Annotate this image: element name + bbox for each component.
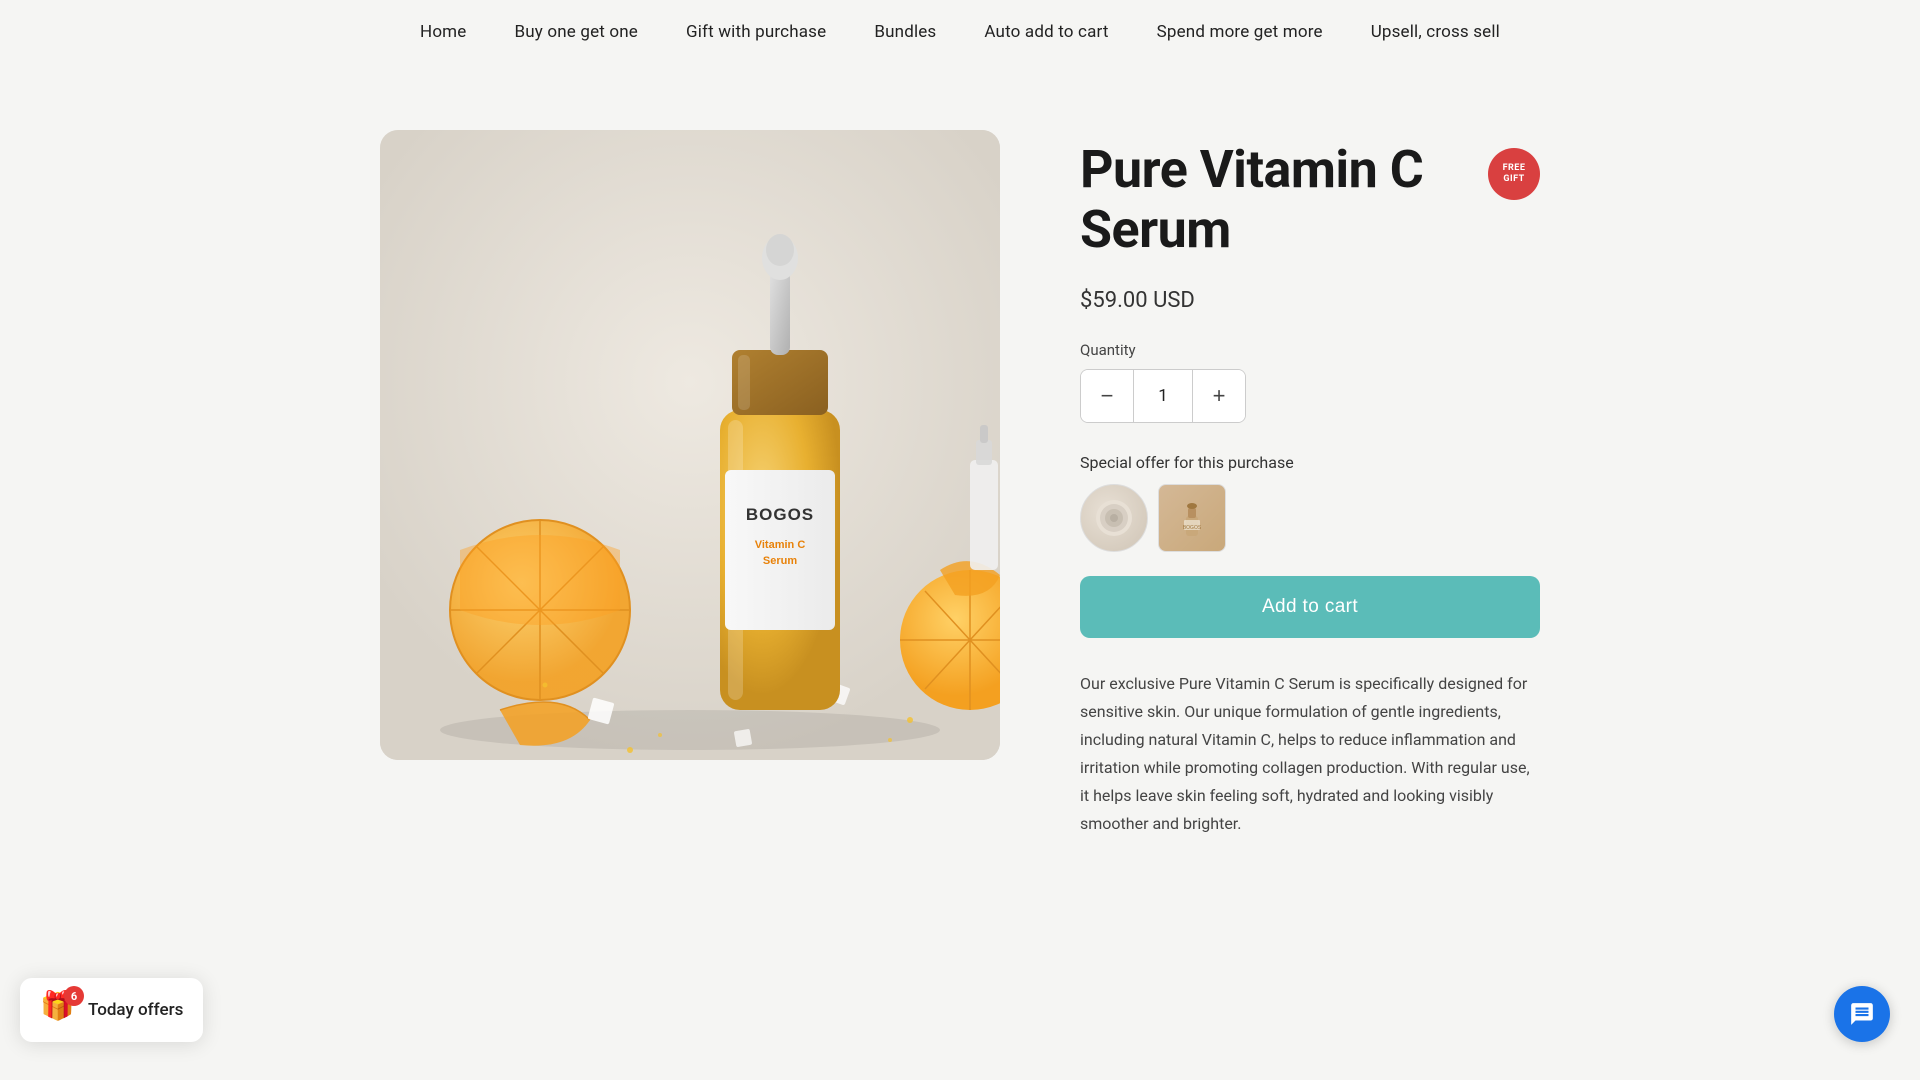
notification-badge: 6 (64, 986, 84, 1006)
add-to-cart-button[interactable]: Add to cart (1080, 576, 1540, 638)
gift-icon-wrap: 🎁 6 (40, 992, 76, 1028)
quantity-decrease-button[interactable]: − (1081, 370, 1133, 422)
svg-text:Vitamin C: Vitamin C (755, 539, 806, 551)
nav-gift-with-purchase[interactable]: Gift with purchase (686, 22, 826, 42)
offer-products: BOGOS (1080, 484, 1540, 552)
free-gift-badge: FREE GIFT (1488, 148, 1540, 200)
main-nav: Home Buy one get one Gift with purchase … (0, 0, 1920, 60)
quantity-control: − 1 + (1080, 369, 1246, 423)
product-image: BOGOS Vitamin C Serum (380, 130, 1000, 760)
nav-auto-add-to-cart[interactable]: Auto add to cart (984, 22, 1108, 42)
chat-icon (1849, 1001, 1875, 1027)
product-illustration: BOGOS Vitamin C Serum (380, 130, 1000, 760)
nav-spend-more[interactable]: Spend more get more (1157, 22, 1323, 42)
nav-upsell[interactable]: Upsell, cross sell (1371, 22, 1500, 42)
offer-product-2-image: BOGOS (1170, 496, 1214, 540)
product-description: Our exclusive Pure Vitamin C Serum is sp… (1080, 670, 1540, 838)
nav-bogo[interactable]: Buy one get one (514, 22, 638, 42)
offer-product-1[interactable] (1080, 484, 1148, 552)
chat-button[interactable] (1834, 986, 1890, 1042)
svg-text:Serum: Serum (763, 555, 797, 567)
offer-product-1-image (1092, 496, 1136, 540)
svg-text:BOGOS: BOGOS (746, 505, 814, 524)
today-offers-label: Today offers (88, 1000, 183, 1020)
quantity-value: 1 (1133, 370, 1193, 422)
product-price: $59.00 USD (1080, 288, 1540, 313)
nav-bundles[interactable]: Bundles (874, 22, 936, 42)
badge-line2: GIFT (1503, 174, 1524, 185)
page-content: BOGOS Vitamin C Serum (0, 60, 1920, 898)
product-details: Pure Vitamin C Serum FREE GIFT $59.00 US… (1080, 130, 1540, 838)
quantity-label: Quantity (1080, 341, 1540, 359)
nav-home[interactable]: Home (420, 22, 466, 42)
badge-line1: FREE (1503, 163, 1526, 174)
svg-text:BOGOS: BOGOS (1183, 525, 1202, 531)
product-image-container: BOGOS Vitamin C Serum (380, 130, 1000, 760)
today-offers-widget[interactable]: 🎁 6 Today offers (20, 978, 203, 1042)
quantity-increase-button[interactable]: + (1193, 370, 1245, 422)
product-title-row: Pure Vitamin C Serum FREE GIFT (1080, 140, 1540, 260)
product-title: Pure Vitamin C Serum (1080, 140, 1476, 260)
special-offer-label: Special offer for this purchase (1080, 453, 1540, 472)
offer-product-2[interactable]: BOGOS (1158, 484, 1226, 552)
